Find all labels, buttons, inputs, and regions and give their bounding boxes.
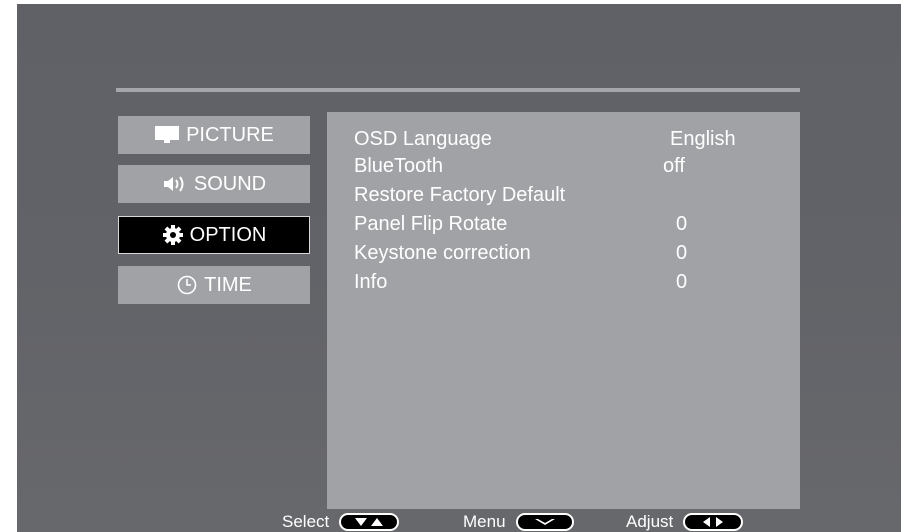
option-value: 0: [676, 271, 688, 293]
tab-sound[interactable]: SOUND: [118, 165, 310, 203]
left-right-arrows-icon: [683, 513, 744, 531]
monitor-icon: [154, 125, 180, 145]
option-label: Keystone correction: [354, 242, 531, 264]
option-label: Panel Flip Rotate: [354, 213, 508, 235]
option-row-info[interactable]: Info 0: [354, 269, 794, 295]
speaker-icon: [162, 174, 188, 194]
option-value: 0: [676, 242, 688, 264]
option-row-bluetooth[interactable]: BlueTooth off: [354, 153, 794, 179]
tab-picture-label: PICTURE: [186, 123, 274, 146]
footer-menu-hint: Menu: [463, 512, 574, 532]
tab-sound-label: SOUND: [193, 172, 267, 195]
option-value: English: [670, 128, 736, 150]
option-label: OSD Language: [354, 128, 492, 150]
tab-option[interactable]: OPTION: [118, 216, 310, 254]
top-divider: [116, 88, 800, 92]
tab-picture[interactable]: PICTURE: [118, 116, 310, 154]
return-arrow-icon: [515, 513, 574, 531]
option-value: 0: [676, 213, 688, 235]
option-row-osd-language[interactable]: OSD Language English: [354, 126, 794, 152]
tab-time[interactable]: TIME: [118, 266, 310, 304]
gear-icon: [162, 224, 184, 246]
option-label: Info: [354, 271, 388, 293]
option-label: BlueTooth: [354, 155, 443, 177]
option-row-panel-flip-rotate[interactable]: Panel Flip Rotate 0: [354, 211, 794, 237]
footer-menu-label: Menu: [463, 512, 506, 531]
option-label: Restore Factory Default: [354, 184, 566, 206]
footer-adjust-label: Adjust: [626, 512, 674, 531]
clock-icon: [176, 274, 198, 296]
option-value: off: [663, 155, 685, 177]
osd-screen: PICTURE SOUND OPTION TIME OSD Language E…: [17, 4, 901, 532]
footer-select-hint: Select: [282, 512, 400, 532]
tab-option-label: OPTION: [189, 223, 267, 246]
footer-select-label: Select: [282, 512, 330, 531]
option-row-keystone-correction[interactable]: Keystone correction 0: [354, 240, 794, 266]
up-down-arrows-icon: [339, 513, 400, 531]
tab-time-label: TIME: [204, 273, 252, 296]
footer-adjust-hint: Adjust: [626, 512, 744, 532]
option-row-restore-factory-default[interactable]: Restore Factory Default: [354, 182, 794, 208]
option-panel: OSD Language English BlueTooth off Resto…: [327, 112, 800, 509]
